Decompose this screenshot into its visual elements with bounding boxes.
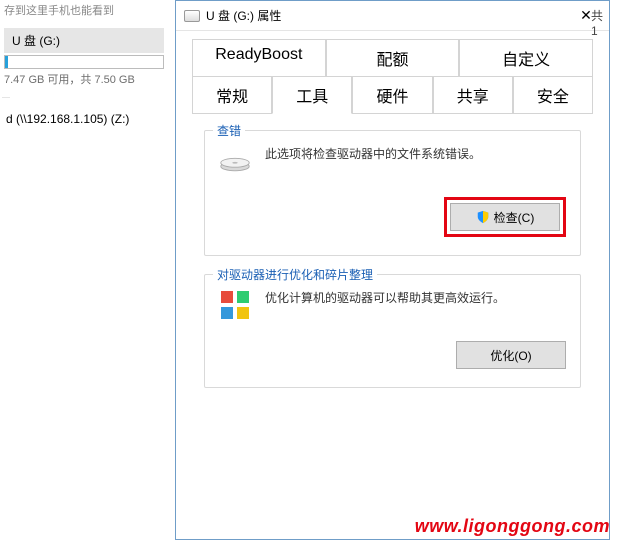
check-button-label: 检查(C) [494,209,535,226]
highlight-box: 检查(C) [444,197,566,237]
dialog-title: U 盘 (G:) 属性 [206,7,281,24]
defrag-icon [219,289,251,321]
tab-content: 查错 此选项将检查驱动器中的文件系统错误。 [176,114,609,422]
drive-item-network[interactable]: d (\\192.168.1.105) (Z:) [0,108,175,130]
tab-tools[interactable]: 工具 [272,76,352,114]
group-title: 对驱动器进行优化和碎片整理 [213,266,377,283]
drive-usage-meter [4,55,164,69]
tab-quota[interactable]: 配额 [326,39,460,77]
tab-customize[interactable]: 自定义 [459,39,593,77]
titlebar: U 盘 (G:) 属性 ✕ [176,1,609,31]
tab-bar: ReadyBoost 配额 自定义 常规 工具 硬件 共享 安全 [176,31,609,114]
drive-label: U 盘 (G:) [4,28,164,53]
hint-text: 存到这里手机也能看到 [0,0,175,20]
tab-hardware[interactable]: 硬件 [352,76,432,114]
usb-drive-icon [184,10,200,22]
tab-sharing[interactable]: 共享 [433,76,513,114]
optimize-button-label: 优化(O) [490,347,531,364]
divider [2,97,10,98]
tab-general[interactable]: 常规 [192,76,272,114]
background-text: 共 1 [591,7,611,38]
group-title: 查错 [213,122,245,139]
optimize-button[interactable]: 优化(O) [456,341,566,369]
check-button[interactable]: 检查(C) [450,203,560,231]
tab-readyboost[interactable]: ReadyBoost [192,39,326,77]
optimize-text: 优化计算机的驱动器可以帮助其更高效运行。 [265,289,566,321]
shield-icon [476,210,490,224]
error-checking-text: 此选项将检查驱动器中的文件系统错误。 [265,145,566,177]
drive-subtext: 7.47 GB 可用，共 7.50 GB [4,71,171,87]
disk-icon [219,145,251,177]
drive-item-g[interactable]: U 盘 (G:) 7.47 GB 可用，共 7.50 GB [4,28,171,87]
error-checking-group: 查错 此选项将检查驱动器中的文件系统错误。 [204,130,581,256]
optimize-group: 对驱动器进行优化和碎片整理 优化计算机的驱动器可以帮助其更高效运行。 优化(O) [204,274,581,388]
tab-security[interactable]: 安全 [513,76,593,114]
watermark: www.ligonggong.com [415,516,610,537]
properties-dialog: U 盘 (G:) 属性 ✕ 共 1 ReadyBoost 配额 自定义 常规 工… [175,0,610,540]
